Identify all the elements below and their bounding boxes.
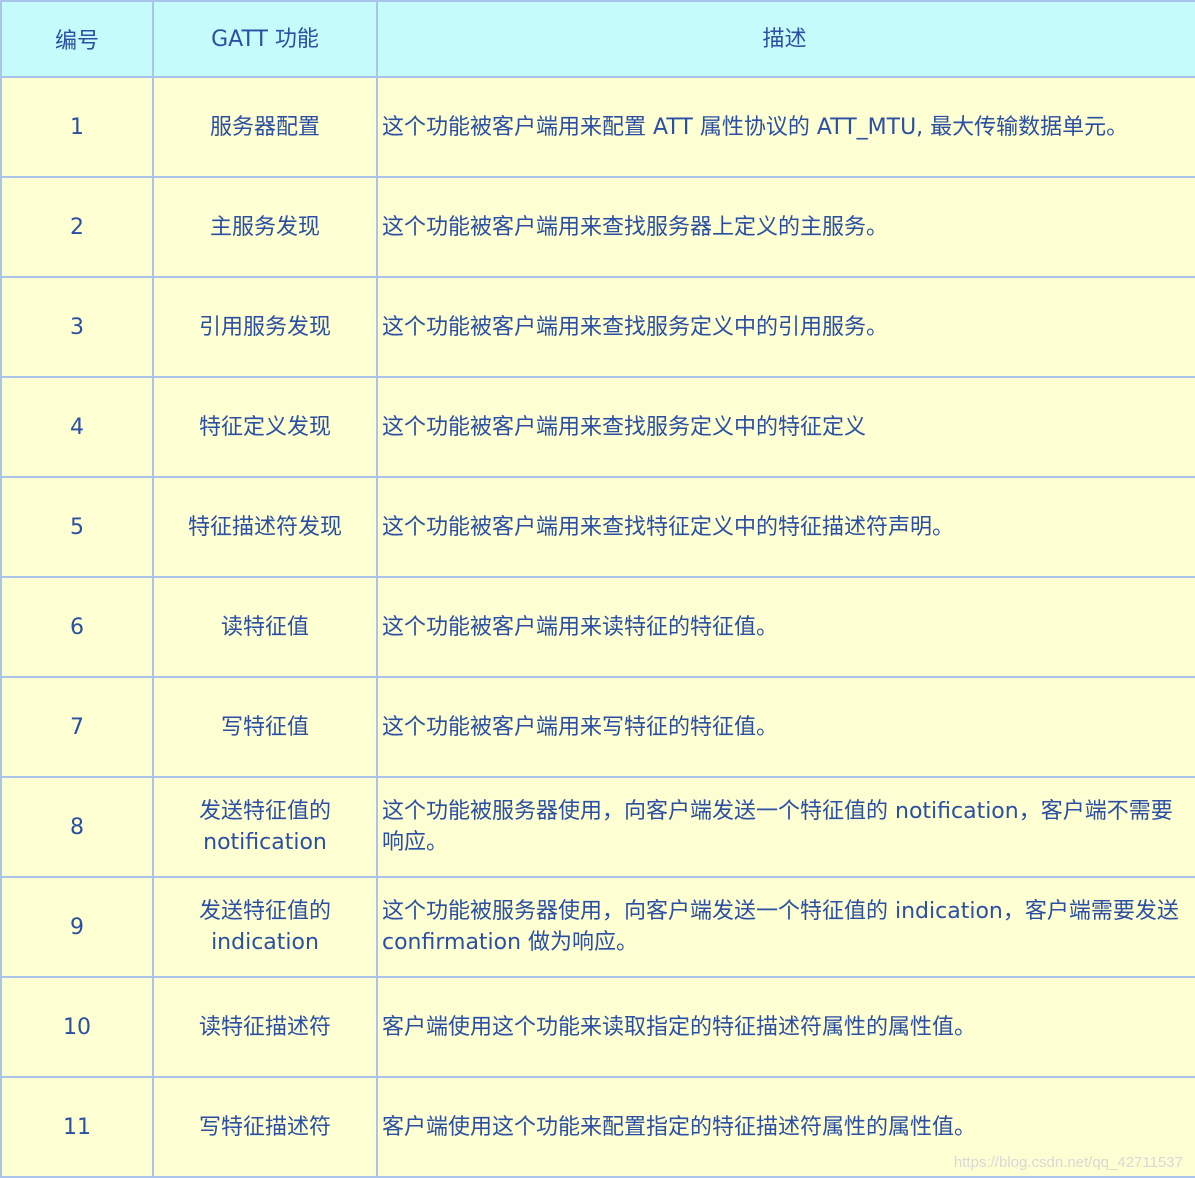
row-description: 这个功能被客户端用来查找服务定义中的引用服务。	[376, 276, 1195, 378]
gatt-function-line: 引用服务发现	[198, 314, 331, 340]
gatt-function-line: indication	[211, 930, 319, 955]
row-description: 这个功能被客户端用来查找特征定义中的特征描述符声明。	[376, 476, 1195, 578]
table-body: 1 服务器配置 这个功能被客户端用来配置 ATT 属性协议的 ATT_MTU, 最大…	[0, 76, 1195, 1178]
row-number: 6	[0, 576, 154, 678]
gatt-function-line: notification	[203, 830, 327, 855]
row-number: 7	[0, 676, 154, 778]
row-description: 这个功能被服务器使用，向客户端发送一个特征值的 indication，客户端需要…	[376, 876, 1195, 978]
row-description: 这个功能被客户端用来写特征的特征值。	[376, 676, 1195, 778]
gatt-function-line: 服务器配置	[209, 114, 320, 140]
row-gatt-function: 发送特征值的 indication	[152, 876, 378, 978]
row-description: 这个功能被客户端用来读特征的特征值。	[376, 576, 1195, 678]
gatt-function-line: 读特征值	[220, 614, 309, 640]
row-description: 这个功能被客户端用来查找服务器上定义的主服务。	[376, 176, 1195, 278]
gatt-function-line: 发送特征值的	[198, 899, 331, 924]
header-description: 描述	[376, 0, 1195, 78]
table-row: 6 读特征值 这个功能被客户端用来读特征的特征值。	[0, 576, 1195, 678]
row-description: 这个功能被客户端用来查找服务定义中的特征定义	[376, 376, 1195, 478]
gatt-function-table: 编号 GATT 功能 描述 1 服务器配置 这个功能被客户端用来配置 ATT 属性协…	[0, 0, 1195, 1178]
row-gatt-function: 写特征值	[152, 676, 378, 778]
gatt-function-line: 特征定义发现	[198, 414, 331, 440]
row-gatt-function: 写特征描述符	[152, 1076, 378, 1178]
row-gatt-function: 读特征描述符	[152, 976, 378, 1078]
row-number: 10	[0, 976, 154, 1078]
row-description: 客户端使用这个功能来读取指定的特征描述符属性的属性值。	[376, 976, 1195, 1078]
row-gatt-function: 特征定义发现	[152, 376, 378, 478]
table-row: 2 主服务发现 这个功能被客户端用来查找服务器上定义的主服务。	[0, 176, 1195, 278]
header-gatt-function: GATT 功能	[152, 0, 378, 78]
row-gatt-function: 特征描述符发现	[152, 476, 378, 578]
header-number: 编号	[0, 0, 154, 78]
gatt-function-line: 读特征描述符	[198, 1014, 331, 1040]
row-gatt-function: 服务器配置	[152, 76, 378, 178]
table-row: 8 发送特征值的 notification 这个功能被服务器使用，向客户端发送一个特征…	[0, 776, 1195, 878]
row-number: 5	[0, 476, 154, 578]
row-number: 8	[0, 776, 154, 878]
table-row: 9 发送特征值的 indication 这个功能被服务器使用，向客户端发送一个特征值的…	[0, 876, 1195, 978]
table-row: 5 特征描述符发现 这个功能被客户端用来查找特征定义中的特征描述符声明。	[0, 476, 1195, 578]
row-gatt-function: 主服务发现	[152, 176, 378, 278]
row-gatt-function: 引用服务发现	[152, 276, 378, 378]
row-number: 1	[0, 76, 154, 178]
row-number: 9	[0, 876, 154, 978]
row-description: 这个功能被客户端用来配置 ATT 属性协议的 ATT_MTU, 最大传输数据单元…	[376, 76, 1195, 178]
row-gatt-function: 读特征值	[152, 576, 378, 678]
gatt-function-line: 写特征值	[220, 714, 309, 740]
row-number: 3	[0, 276, 154, 378]
row-number: 4	[0, 376, 154, 478]
gatt-function-line: 写特征描述符	[198, 1114, 331, 1140]
table-row: 7 写特征值 这个功能被客户端用来写特征的特征值。	[0, 676, 1195, 778]
row-number: 2	[0, 176, 154, 278]
watermark: https://blog.csdn.net/qq_42711537	[953, 1154, 1183, 1171]
gatt-function-line: 发送特征值的	[198, 799, 331, 824]
table-row: 4 特征定义发现 这个功能被客户端用来查找服务定义中的特征定义	[0, 376, 1195, 478]
gatt-function-line: 特征描述符发现	[187, 514, 342, 540]
table-header-row: 编号 GATT 功能 描述	[0, 0, 1195, 78]
table-row: 3 引用服务发现 这个功能被客户端用来查找服务定义中的引用服务。	[0, 276, 1195, 378]
row-description: 这个功能被服务器使用，向客户端发送一个特征值的 notification，客户端…	[376, 776, 1195, 878]
table-row: 10 读特征描述符 客户端使用这个功能来读取指定的特征描述符属性的属性值。	[0, 976, 1195, 1078]
row-gatt-function: 发送特征值的 notification	[152, 776, 378, 878]
row-number: 11	[0, 1076, 154, 1178]
table-row: 1 服务器配置 这个功能被客户端用来配置 ATT 属性协议的 ATT_MTU, 最大…	[0, 76, 1195, 178]
gatt-function-line: 主服务发现	[209, 214, 320, 240]
